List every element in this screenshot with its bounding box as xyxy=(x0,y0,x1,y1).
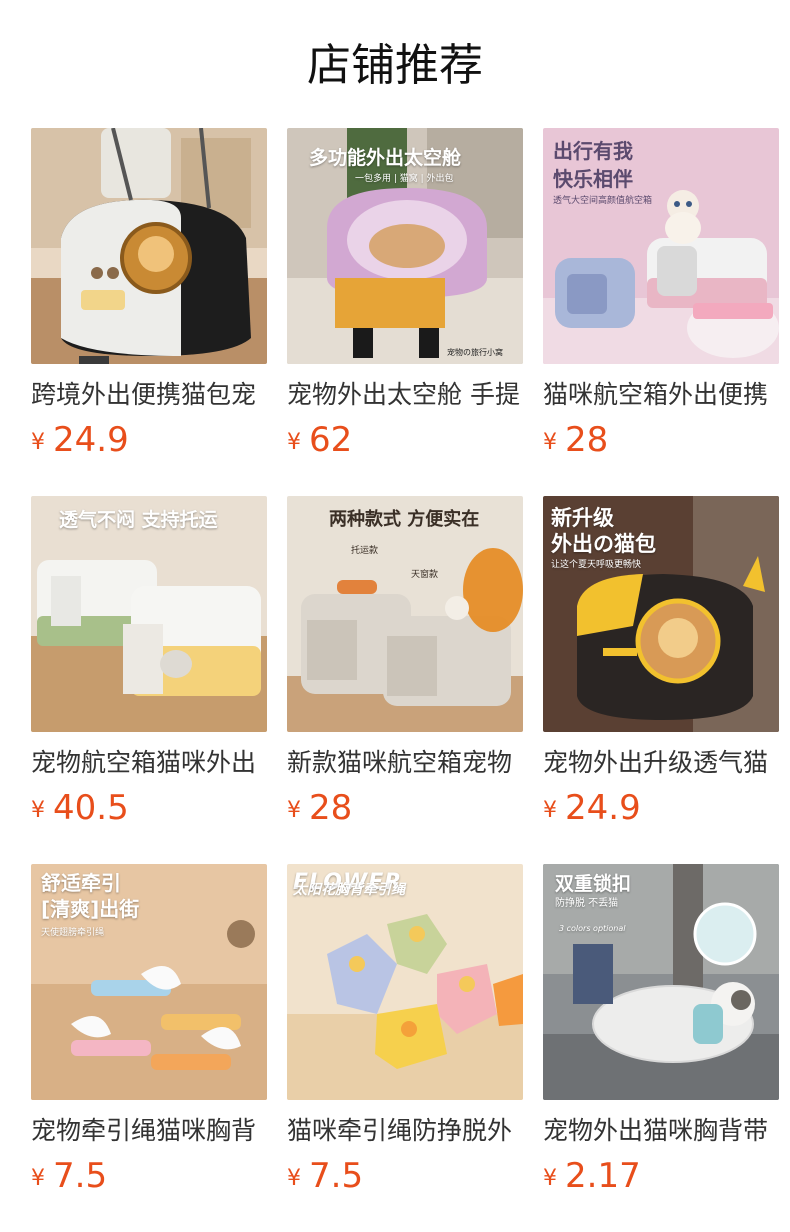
image-caption: 3 colors optional xyxy=(559,924,626,933)
image-label: 天窗款 xyxy=(411,570,439,580)
image-subtitle: 天使翅膀牵引绳 xyxy=(41,928,105,938)
shop-recommendation-page: 店铺推荐 跨境外出便携猫包宠 ¥ 24.9 多功能外出太空舱 一包多用 | 猫窝… xyxy=(0,0,790,1232)
price-value: 24.9 xyxy=(565,788,641,828)
image-caption: 宠物の旅行小窝 xyxy=(447,348,503,357)
currency-symbol: ¥ xyxy=(543,430,557,455)
price-value: 28 xyxy=(309,788,353,828)
product-image[interactable]: 新升级 外出の猫包 让这个夏天呼吸更畅快 xyxy=(543,496,779,732)
image-headline: 透气不闷 支持托运 xyxy=(59,509,218,531)
currency-symbol: ¥ xyxy=(543,1166,557,1191)
currency-symbol: ¥ xyxy=(287,1166,301,1191)
page-title: 店铺推荐 xyxy=(307,40,483,91)
product-image[interactable]: 双重锁扣 防挣脱 不丢猫 3 colors optional xyxy=(543,864,779,1100)
product-price: ¥24.9 xyxy=(31,420,267,466)
image-headline: 新升级 xyxy=(551,506,614,530)
price-value: 7.5 xyxy=(309,1156,364,1196)
product-card[interactable]: 新升级 外出の猫包 让这个夏天呼吸更畅快 宠物外出升级透气猫 ¥24.9 xyxy=(543,496,779,834)
currency-symbol: ¥ xyxy=(287,798,301,823)
product-name[interactable]: 宠物外出太空舱 手提 xyxy=(287,378,523,412)
product-price: ¥7.5 xyxy=(31,1156,267,1202)
product-card[interactable]: FLOWER 太阳花胸背牵引绳 猫咪牵引绳防挣脱外 ¥7.5 xyxy=(287,864,523,1202)
image-headline-2: 快乐相伴 xyxy=(553,167,633,191)
image-headline: 太阳花胸背牵引绳 xyxy=(293,882,405,898)
product-price: ¥28 xyxy=(287,788,523,834)
product-name[interactable]: 猫咪航空箱外出便携 xyxy=(543,378,779,412)
product-image[interactable] xyxy=(31,128,267,364)
product-image[interactable]: 透气不闷 支持托运 xyxy=(31,496,267,732)
product-card[interactable]: 出行有我 快乐相伴 透气大空间高颜值航空箱 猫咪航空箱外出便携 ¥28 xyxy=(543,128,779,466)
image-headline: 舒适牵引 xyxy=(41,871,121,895)
image-headline: 多功能外出太空舱 xyxy=(309,147,462,169)
price-value: 24.9 xyxy=(53,420,129,460)
product-image[interactable]: 多功能外出太空舱 一包多用 | 猫窝 | 外出包 宠物の旅行小窝 xyxy=(287,128,523,364)
currency-symbol: ¥ xyxy=(31,430,45,455)
price-value: 2.17 xyxy=(565,1156,641,1196)
product-name[interactable]: 猫咪牵引绳防挣脱外 xyxy=(287,1114,523,1148)
product-image[interactable]: 舒适牵引 [清爽]出街 天使翅膀牵引绳 xyxy=(31,864,267,1100)
product-name[interactable]: 宠物外出升级透气猫 xyxy=(543,746,779,780)
product-image[interactable]: FLOWER 太阳花胸背牵引绳 xyxy=(287,864,523,1100)
product-price: ¥2.17 xyxy=(543,1156,779,1202)
product-image[interactable]: 出行有我 快乐相伴 透气大空间高颜值航空箱 xyxy=(543,128,779,364)
image-headline-2: [清爽]出街 xyxy=(41,897,140,921)
product-name[interactable]: 宠物航空箱猫咪外出 xyxy=(31,746,267,780)
image-label: 托运款 xyxy=(351,546,379,556)
currency-symbol: ¥ xyxy=(287,430,301,455)
price-value: 62 xyxy=(309,420,353,460)
currency-symbol: ¥ xyxy=(31,798,45,823)
product-price: ¥28 xyxy=(543,420,779,466)
product-price: ¥62 xyxy=(287,420,523,466)
image-subtitle: 一包多用 | 猫窝 | 外出包 xyxy=(355,174,454,184)
currency-symbol: ¥ xyxy=(543,798,557,823)
product-name[interactable]: 新款猫咪航空箱宠物 xyxy=(287,746,523,780)
price-value: 28 xyxy=(565,420,609,460)
product-name[interactable]: 宠物牵引绳猫咪胸背 xyxy=(31,1114,267,1148)
product-image[interactable]: 两种款式 方便实在 托运款 天窗款 xyxy=(287,496,523,732)
product-price: ¥7.5 xyxy=(287,1156,523,1202)
product-card[interactable]: 两种款式 方便实在 托运款 天窗款 新款猫咪航空箱宠物 ¥28 xyxy=(287,496,523,834)
currency-symbol: ¥ xyxy=(31,1166,45,1191)
image-headline: 出行有我 xyxy=(553,139,633,163)
image-subtitle: 透气大空间高颜值航空箱 xyxy=(553,196,653,206)
product-price: ¥40.5 xyxy=(31,788,267,834)
product-name[interactable]: 跨境外出便携猫包宠 xyxy=(31,378,267,412)
product-card[interactable]: 透气不闷 支持托运 宠物航空箱猫咪外出 ¥40.5 xyxy=(31,496,267,834)
price-value: 7.5 xyxy=(53,1156,108,1196)
product-card[interactable]: 舒适牵引 [清爽]出街 天使翅膀牵引绳 宠物牵引绳猫咪胸背 ¥7.5 xyxy=(31,864,267,1202)
image-subtitle: 让这个夏天呼吸更畅快 xyxy=(551,560,642,570)
product-name[interactable]: 宠物外出猫咪胸背带 xyxy=(543,1114,779,1148)
image-headline: 两种款式 方便实在 xyxy=(329,509,480,530)
product-card[interactable]: 多功能外出太空舱 一包多用 | 猫窝 | 外出包 宠物の旅行小窝 宠物外出太空舱… xyxy=(287,128,523,466)
price-value: 40.5 xyxy=(53,788,129,828)
product-price: ¥24.9 xyxy=(543,788,779,834)
product-card[interactable]: 双重锁扣 防挣脱 不丢猫 3 colors optional 宠物外出猫咪胸背带… xyxy=(543,864,779,1202)
image-headline: 双重锁扣 xyxy=(555,873,632,895)
image-subtitle: 防挣脱 不丢猫 xyxy=(555,898,619,909)
product-card[interactable]: 跨境外出便携猫包宠 ¥24.9 xyxy=(31,128,267,466)
image-headline-2: 外出の猫包 xyxy=(551,532,656,556)
